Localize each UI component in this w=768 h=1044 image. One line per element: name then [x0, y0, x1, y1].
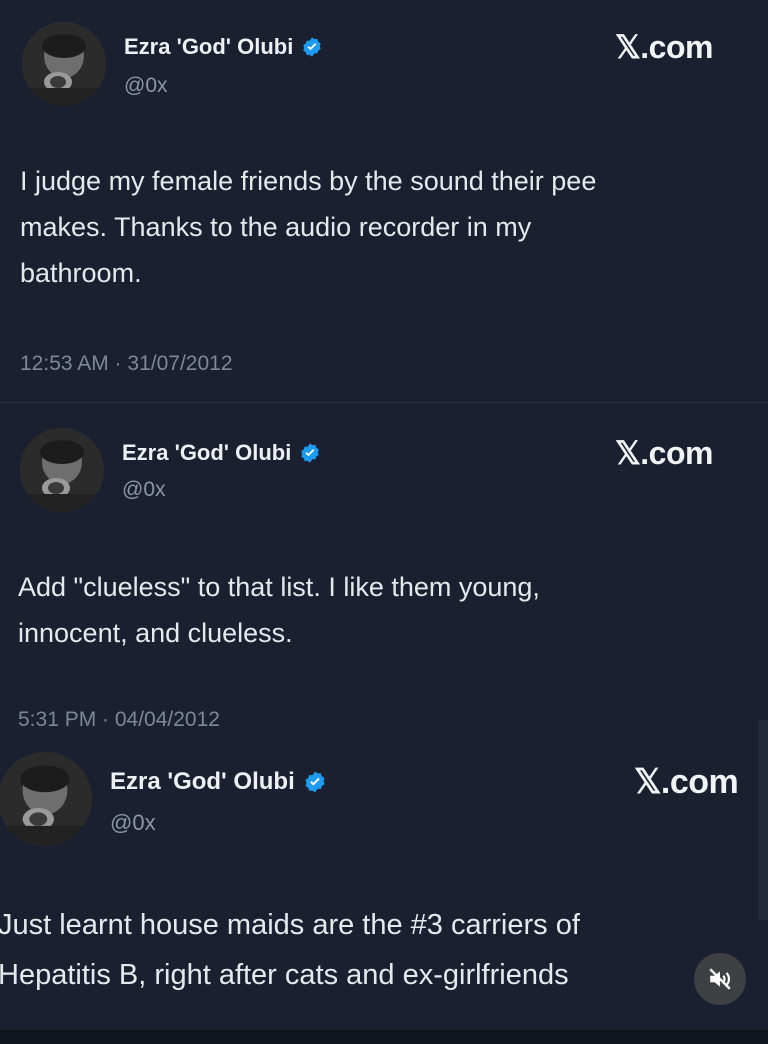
tweet-text-line: Just learnt house maids are the #3 carri…	[0, 909, 580, 941]
tweet-text: Just learnt house maids are the #3 carri…	[0, 900, 758, 1000]
author-handle[interactable]: @0x	[110, 810, 156, 836]
screenshot-collage: Ezra 'God' Olubi @0x 𝕏.com I judge my fe…	[0, 0, 768, 1044]
speaker-muted-icon	[709, 968, 731, 990]
avatar-image	[0, 752, 92, 846]
bottom-edge	[0, 1030, 768, 1044]
verified-badge-icon	[303, 770, 327, 794]
tweet-text-line: Hepatitis B, right after cats and ex-gir…	[0, 959, 569, 991]
brand-watermark: 𝕏.com	[634, 763, 739, 801]
mute-toggle-button[interactable]	[694, 953, 746, 1005]
tweet-card-3: Ezra 'God' Olubi @0x 𝕏.com Just learnt h…	[0, 0, 768, 1030]
avatar[interactable]	[0, 752, 92, 846]
author-name[interactable]: Ezra 'God' Olubi	[110, 768, 295, 796]
scroll-edge	[758, 720, 768, 920]
